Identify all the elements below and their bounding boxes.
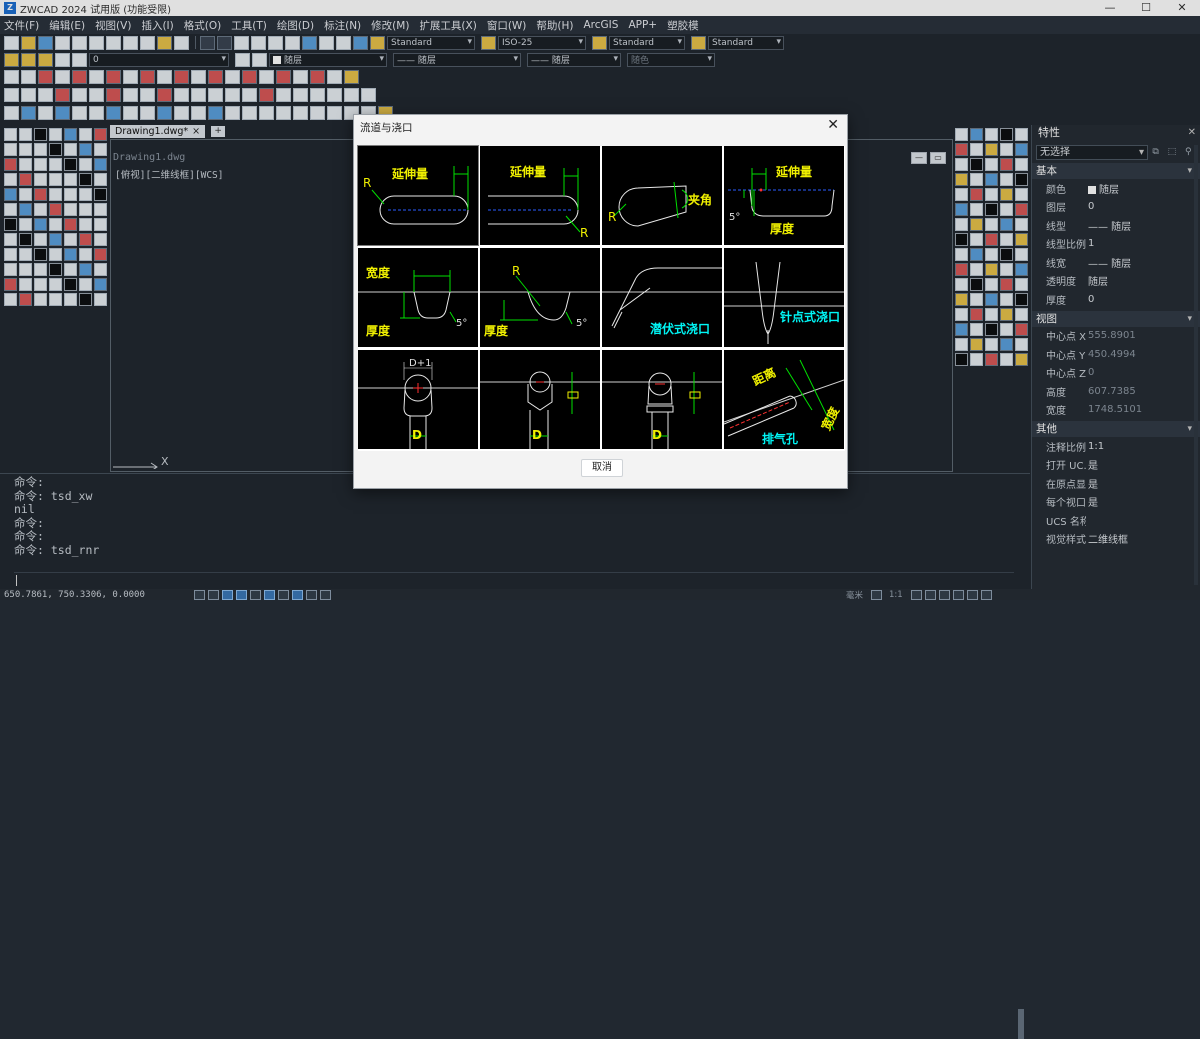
- gate-option-submarine[interactable]: 潜伏式浇口: [602, 248, 722, 347]
- dialog-close-button[interactable]: ✕: [827, 117, 839, 133]
- runner-gate-dialog: 流道与浇口 ✕ 延伸量 R 延伸量 R 夹角 R 延伸量 厚度 5° 宽度 厚度…: [353, 114, 848, 489]
- label-thickness: 厚度: [770, 222, 795, 236]
- label-radius: R: [580, 226, 589, 240]
- gate-diagram: [602, 372, 722, 449]
- gate-option-sprue-notch[interactable]: D: [480, 350, 600, 449]
- label-pinpoint-gate: 针点式浇口: [780, 310, 841, 324]
- label-draft-angle: 5°: [456, 318, 468, 329]
- command-scrollbar[interactable]: [1018, 1009, 1024, 1039]
- label-angle: 夹角: [688, 193, 713, 207]
- gate-diagram: [371, 166, 469, 225]
- label-thickness: 厚度: [366, 324, 391, 338]
- dialog-title: 流道与浇口: [360, 122, 413, 134]
- label-diameter: D: [652, 428, 662, 442]
- label-radius: R: [608, 210, 617, 224]
- gate-option-vent[interactable]: 距离 宽度 排气孔: [724, 350, 844, 449]
- gate-option-width-thickness[interactable]: 宽度 厚度 5°: [358, 248, 478, 347]
- label-diameter: D: [412, 428, 422, 442]
- label-submarine-gate: 潜伏式浇口: [650, 322, 711, 336]
- label-extension: 延伸量: [510, 165, 547, 179]
- gate-option-pinpoint[interactable]: 针点式浇口: [724, 248, 844, 347]
- gate-option-extension-r-right[interactable]: 延伸量 R: [480, 146, 600, 245]
- label-vent-hole: 排气孔: [762, 432, 799, 446]
- gate-type-grid: 延伸量 R 延伸量 R 夹角 R 延伸量 厚度 5° 宽度 厚度 5° R 厚度…: [357, 145, 845, 451]
- label-draft-angle: 5°: [576, 318, 588, 329]
- gate-option-extension-thickness[interactable]: 延伸量 厚度 5°: [724, 146, 844, 245]
- label-draft-angle: 5°: [729, 212, 741, 223]
- gate-option-r-thickness[interactable]: R 厚度 5°: [480, 248, 600, 347]
- label-radius: R: [363, 176, 372, 190]
- gate-option-extension-r-left[interactable]: 延伸量 R: [357, 145, 479, 246]
- label-d-plus-1: D+1: [409, 358, 432, 369]
- gate-option-sprue-d1[interactable]: D+1 D: [358, 350, 478, 449]
- gate-diagram: [724, 261, 844, 344]
- label-width: 宽度: [366, 266, 391, 280]
- gate-option-angle[interactable]: 夹角 R: [602, 146, 722, 245]
- label-radius: R: [512, 264, 521, 278]
- label-extension: 延伸量: [392, 167, 429, 181]
- label-thickness: 厚度: [484, 324, 509, 338]
- cancel-button[interactable]: 取消: [581, 459, 623, 477]
- label-extension: 延伸量: [776, 165, 813, 179]
- gate-option-sprue-ring[interactable]: D: [602, 350, 722, 449]
- label-diameter: D: [532, 428, 542, 442]
